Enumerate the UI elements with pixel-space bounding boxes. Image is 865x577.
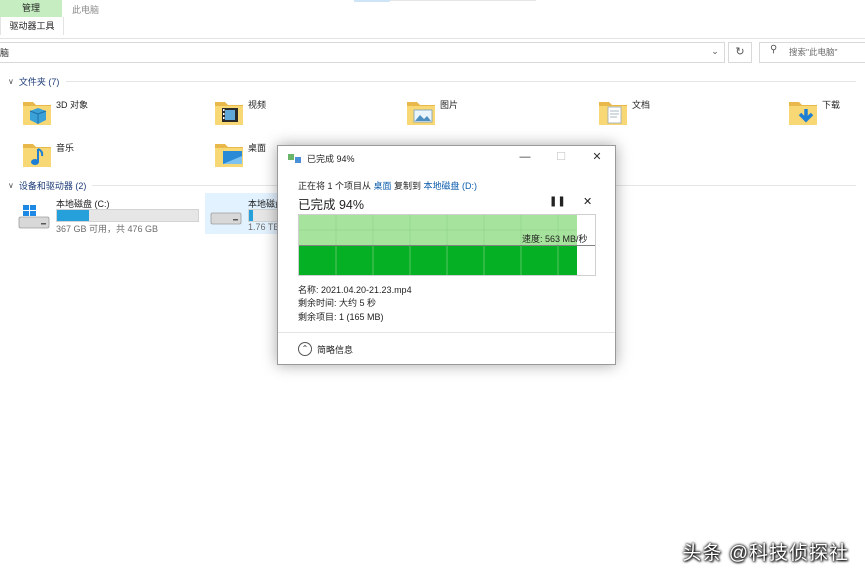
drive-usage-fill <box>249 210 253 221</box>
manage-tab[interactable]: 管理 <box>0 0 62 17</box>
folder-label[interactable]: 下载 <box>822 98 840 111</box>
drive-usage-fill <box>57 210 90 221</box>
drive-tools-tab[interactable]: 驱动器工具 <box>0 17 64 35</box>
chevron-up-icon: ⌃ <box>298 342 312 356</box>
title-accent-bar <box>354 0 390 2</box>
copy-desc-prefix: 正在将 1 个项目从 <box>298 181 374 191</box>
copy-description: 正在将 1 个项目从 桌面 复制到 本地磁盘 (D:) <box>298 179 477 192</box>
desktop-folder-icon[interactable] <box>212 137 246 171</box>
source-link[interactable]: 桌面 <box>374 181 392 191</box>
drives-group-header[interactable]: ∨ 设备和驱动器 (2) <box>8 179 86 192</box>
search-placeholder: 搜索"此电脑" <box>789 47 838 57</box>
folders-group-title: 文件夹 (7) <box>18 77 60 87</box>
drive-size-text: 367 GB 可用，共 476 GB <box>56 224 159 234</box>
videos-folder-icon[interactable] <box>212 95 246 129</box>
folder-label[interactable]: 文档 <box>632 98 650 111</box>
drive-size-text: 1.76 TB <box>248 222 280 232</box>
pictures-folder-icon[interactable] <box>404 95 438 129</box>
address-bar[interactable] <box>0 42 725 63</box>
folder-label[interactable]: 3D 对象 <box>56 98 88 111</box>
cancel-button[interactable]: ✕ <box>583 195 592 208</box>
fewer-details-label: 简略信息 <box>317 344 354 355</box>
transfer-speed: 速度: 563 MB/秒 <box>522 234 588 244</box>
file-name: 名称: 2021.04.20-21.23.mp4 <box>298 285 412 295</box>
maximize-button: ☐ <box>556 151 566 163</box>
documents-folder-icon[interactable] <box>596 95 630 129</box>
3d-objects-folder-icon[interactable] <box>20 95 54 129</box>
ribbon <box>0 0 865 39</box>
chevron-down-icon: ∨ <box>8 181 14 190</box>
watermark: 头条 @科技侦探社 <box>682 543 849 564</box>
time-remaining: 剩余时间: 大约 5 秒 <box>298 298 377 309</box>
drive-usage-bar <box>56 209 199 222</box>
copy-progress-dialog: 已完成 94% — ☐ ✕ 正在将 1 个项目从 桌面 复制到 本地磁盘 (D:… <box>277 145 616 365</box>
drives-group-title: 设备和驱动器 (2) <box>18 181 87 191</box>
folders-group-header[interactable]: ∨ 文件夹 (7) <box>8 75 59 88</box>
chevron-down-icon[interactable]: ⌄ <box>709 45 721 57</box>
fewer-details-button[interactable]: ⌃ 简略信息 <box>298 342 353 356</box>
address-text: 脑 <box>0 48 10 58</box>
folder-label[interactable]: 桌面 <box>248 141 266 154</box>
search-icon: ⚲ <box>770 44 778 55</box>
items-remaining: 剩余项目: 1 (165 MB) <box>298 311 384 322</box>
close-button[interactable]: ✕ <box>586 149 608 165</box>
speed-graph-svg <box>299 215 595 275</box>
downloads-folder-icon[interactable] <box>786 95 820 129</box>
window-title: 此电脑 <box>72 5 100 15</box>
transfer-details: 名称: 2021.04.20-21.23.mp4 剩余时间: 大约 5 秒 剩余… <box>298 284 412 324</box>
destination-link[interactable]: 本地磁盘 (D:) <box>424 181 478 191</box>
minimize-button[interactable]: — <box>514 149 536 165</box>
title-divider <box>390 0 536 1</box>
progress-headline: 已完成 94% <box>298 198 364 212</box>
chevron-down-icon: ∨ <box>8 77 14 86</box>
dialog-divider <box>278 332 615 333</box>
refresh-button[interactable]: ↻ <box>728 42 752 63</box>
pause-button[interactable]: ❚❚ <box>549 196 566 207</box>
windows-drive-icon[interactable] <box>17 204 51 232</box>
drive-icon[interactable] <box>209 204 243 228</box>
copy-icon <box>288 154 301 163</box>
transfer-speed-graph <box>298 214 596 276</box>
folder-label[interactable]: 音乐 <box>56 141 74 154</box>
group-divider <box>66 81 856 82</box>
copy-desc-middle: 复制到 <box>391 181 424 191</box>
dialog-title: 已完成 94% <box>307 154 355 164</box>
dialog-titlebar: 已完成 94% <box>288 152 355 165</box>
folder-label[interactable]: 视频 <box>248 98 266 111</box>
music-folder-icon[interactable] <box>20 137 54 171</box>
folder-label[interactable]: 图片 <box>440 98 458 111</box>
progress-fill <box>299 246 577 275</box>
